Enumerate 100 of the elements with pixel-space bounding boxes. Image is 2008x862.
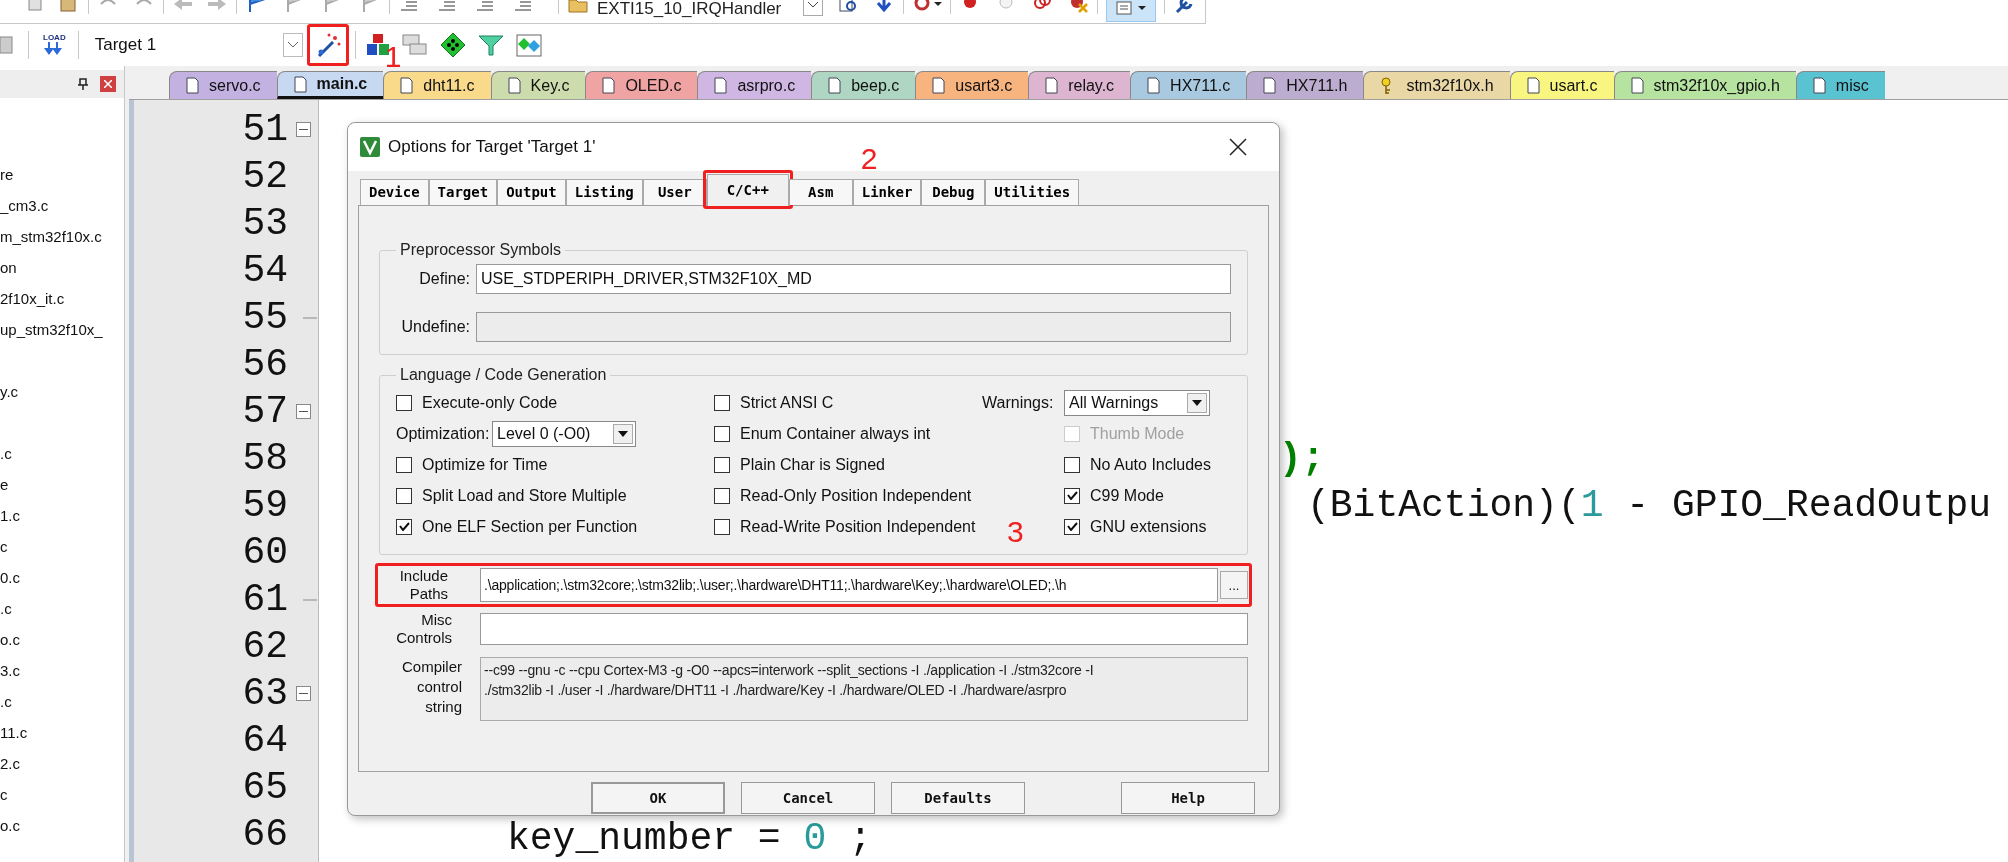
project-file-item[interactable]: .c <box>0 443 12 466</box>
funnel-icon[interactable] <box>477 33 504 57</box>
project-file-item[interactable]: 11.c <box>0 722 28 745</box>
indent-icon[interactable] <box>398 0 420 14</box>
project-file-item[interactable]: c <box>0 536 8 559</box>
project-file-item[interactable]: o.c <box>0 629 20 652</box>
project-file-item[interactable]: 1.c <box>0 505 20 528</box>
dialog-button[interactable]: Defaults <box>891 782 1025 814</box>
line-number: 51 <box>242 110 288 149</box>
project-file-item[interactable]: .c <box>0 598 12 621</box>
dialog-tab[interactable]: User <box>642 179 707 205</box>
dialog-tab[interactable]: Target <box>428 179 498 205</box>
dialog-tab[interactable]: Asm <box>788 179 853 205</box>
window-layout-button[interactable] <box>1106 0 1157 22</box>
project-file-item[interactable]: up_stm32f10x_ <box>0 319 103 342</box>
project-file-item[interactable]: re <box>0 164 14 187</box>
checkbox-label: Optimize for Time <box>422 454 548 475</box>
code-line: key_number = 0 ; <box>507 820 872 858</box>
diamond-icon[interactable] <box>439 32 466 58</box>
checkbox[interactable] <box>1064 456 1080 473</box>
project-file-item[interactable]: c <box>0 784 8 807</box>
dialog-button[interactable]: Cancel <box>741 782 875 814</box>
callout-number: 3 <box>1007 517 1024 547</box>
file-tab[interactable]: main.c <box>276 71 384 99</box>
line-number: 63 <box>242 674 288 713</box>
field-label: Undefine: <box>400 317 470 337</box>
checkmark-icon <box>1066 522 1078 531</box>
checkbox[interactable] <box>396 487 412 504</box>
file-tab[interactable]: HX711.c <box>1130 71 1247 99</box>
project-file-item[interactable]: .c <box>0 691 12 714</box>
browse-button[interactable]: ... <box>1220 571 1248 599</box>
dialog-button[interactable]: Help <box>1121 782 1255 814</box>
dialog-tab[interactable]: Device <box>360 179 429 205</box>
fold-toggle-icon[interactable] <box>295 122 311 137</box>
checkbox[interactable] <box>396 518 412 535</box>
misc-controls-field[interactable] <box>480 613 1248 645</box>
line-number: 53 <box>242 204 288 243</box>
dialog-tab[interactable]: Linker <box>852 179 922 205</box>
project-file-item[interactable]: 2f10x_it.c <box>0 288 65 311</box>
indent-icon[interactable] <box>436 0 458 14</box>
dropdown-button[interactable] <box>803 0 824 16</box>
close-button[interactable] <box>100 76 116 92</box>
checkbox-label: No Auto Includes <box>1090 454 1211 475</box>
checkbox[interactable] <box>714 456 730 473</box>
folder-icon[interactable] <box>567 0 589 14</box>
fold-toggle-icon[interactable] <box>295 404 311 419</box>
list-icon <box>1116 1 1133 15</box>
file-tab[interactable]: HX711.h <box>1246 71 1364 99</box>
dialog-tab[interactable]: C/C++ <box>706 174 789 206</box>
project-file-item[interactable]: o.c <box>0 815 20 838</box>
project-file-item[interactable]: on <box>0 257 17 280</box>
file-tab[interactable]: stm32f10x_gpio.h <box>1613 71 1796 99</box>
file-tab[interactable]: misc <box>1795 71 1885 99</box>
target-select[interactable]: Target 1 <box>90 30 305 60</box>
document-icon <box>507 77 521 94</box>
function-select[interactable]: EXTI15_10_IRQHandler <box>597 0 782 22</box>
project-file-item[interactable]: m_stm32f10x.c <box>0 226 102 249</box>
include-paths-field[interactable]: .\application;.\stm32core;.\stm32lib;.\user;.\hardware\DHT11;.\hardware\Key;.\hardware\OLED;.\h <box>480 568 1218 602</box>
dialog-tab[interactable]: Utilities <box>985 179 1080 205</box>
download-button[interactable]: LOAD <box>43 34 66 56</box>
project-file-item[interactable]: 0.c <box>0 567 20 590</box>
dialog-tab[interactable]: Output <box>497 179 566 205</box>
dialog-button[interactable]: OK <box>591 782 725 814</box>
project-file-item[interactable]: 3.c <box>0 660 20 683</box>
indent-icon[interactable] <box>512 0 534 14</box>
file-tab[interactable]: relay.c <box>1028 71 1131 99</box>
project-file-item[interactable]: e <box>0 474 9 497</box>
checkbox[interactable] <box>1064 487 1080 504</box>
checkbox[interactable] <box>396 394 412 411</box>
checkbox-label: Split Load and Store Multiple <box>422 485 627 506</box>
file-tab[interactable]: OLED.c <box>585 71 698 99</box>
file-tab[interactable]: servo.c <box>169 71 277 99</box>
chevron-down-icon <box>287 42 298 48</box>
checkbox[interactable] <box>714 487 730 504</box>
document-icon <box>602 77 616 94</box>
file-tab[interactable]: Key.c <box>490 71 586 99</box>
dropdown-select[interactable]: Level 0 (-O0) <box>492 420 636 447</box>
dropdown-select[interactable]: All Warnings <box>1064 389 1210 416</box>
file-tab[interactable]: asrpro.c <box>697 71 812 99</box>
file-tab[interactable]: dht11.c <box>383 71 491 99</box>
checkbox[interactable] <box>714 425 730 442</box>
file-tab[interactable]: stm32f10x.h <box>1363 71 1510 99</box>
checkbox[interactable] <box>396 456 412 473</box>
caret-icon <box>1138 5 1147 11</box>
fold-toggle-icon[interactable] <box>295 686 311 701</box>
project-file-item[interactable]: _cm3.c <box>0 195 49 218</box>
checkbox[interactable] <box>1064 518 1080 535</box>
indent-icon[interactable] <box>474 0 496 14</box>
dialog-tab[interactable]: Debug <box>921 179 986 205</box>
close-icon[interactable] <box>1229 138 1247 156</box>
file-tab[interactable]: usart3.c <box>915 71 1029 99</box>
checkbox[interactable] <box>714 518 730 535</box>
text-field[interactable]: USE_STDPERIPH_DRIVER,STM32F10X_MD <box>476 264 1231 294</box>
project-file-item[interactable]: y.c <box>0 381 19 404</box>
dialog-tab[interactable]: Listing <box>565 179 643 205</box>
project-file-item[interactable]: 2.c <box>0 753 20 776</box>
file-tab[interactable]: usart.c <box>1509 71 1614 99</box>
pin-icon[interactable] <box>78 78 88 90</box>
file-tab[interactable]: beep.c <box>811 71 916 99</box>
checkbox[interactable] <box>714 394 730 411</box>
